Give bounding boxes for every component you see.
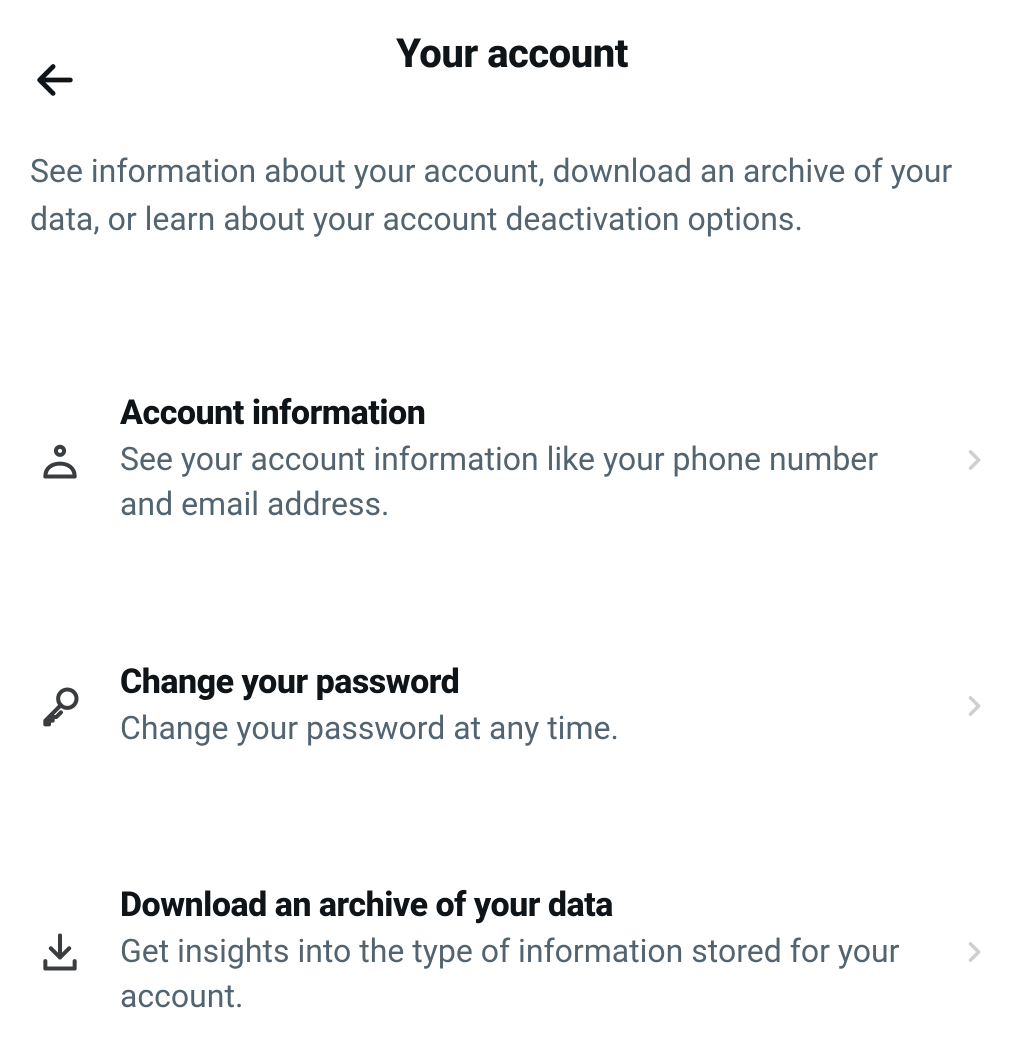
menu-item-title: Download an archive of your data [120, 885, 934, 925]
page-header: Your account [0, 0, 1024, 97]
menu-item-subtitle: See your account information like your p… [120, 437, 934, 527]
menu-item-account-information[interactable]: Account information See your account inf… [0, 363, 1024, 557]
menu-item-change-password[interactable]: Change your password Change your passwor… [0, 632, 1024, 781]
download-icon [30, 930, 90, 974]
menu-item-subtitle: Get insights into the type of informatio… [120, 929, 934, 1019]
page-title: Your account [30, 30, 994, 77]
back-button[interactable] [30, 55, 80, 105]
menu-item-title: Account information [120, 393, 934, 433]
menu-item-subtitle: Change your password at any time. [120, 706, 934, 751]
chevron-right-icon [954, 938, 994, 966]
page-description: See information about your account, down… [0, 97, 1024, 263]
key-icon [30, 684, 90, 728]
chevron-right-icon [954, 446, 994, 474]
arrow-left-icon [32, 57, 78, 103]
menu-list: Account information See your account inf… [0, 263, 1024, 1049]
menu-text: Account information See your account inf… [90, 393, 954, 527]
menu-item-download-archive[interactable]: Download an archive of your data Get ins… [0, 855, 1024, 1049]
menu-text: Download an archive of your data Get ins… [90, 885, 954, 1019]
person-icon [30, 438, 90, 482]
menu-item-title: Change your password [120, 662, 934, 702]
menu-text: Change your password Change your passwor… [90, 662, 954, 751]
chevron-right-icon [954, 692, 994, 720]
